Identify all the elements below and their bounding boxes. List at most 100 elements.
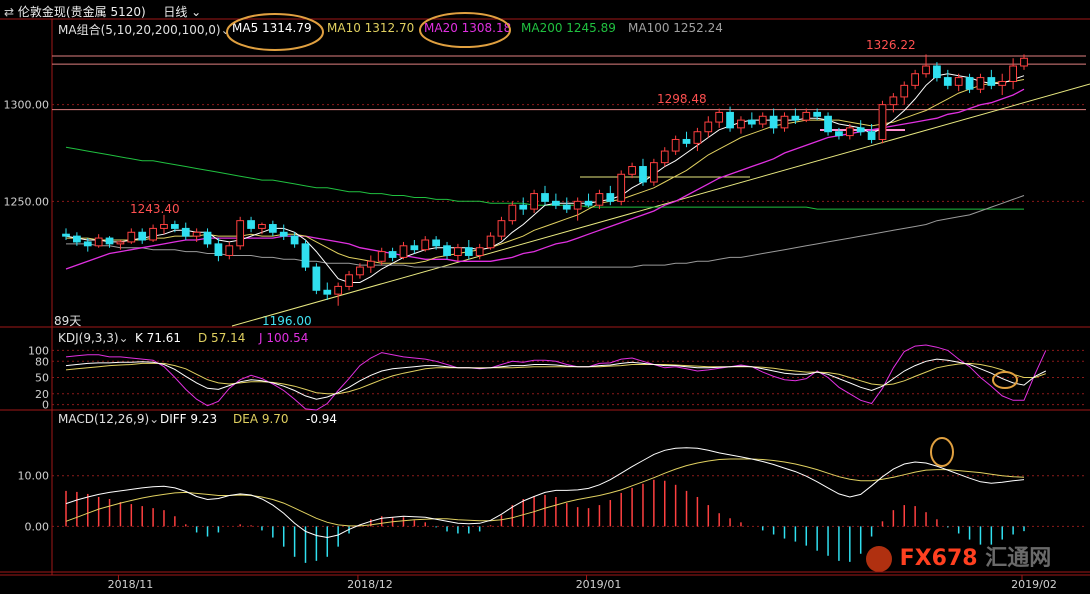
candle-body — [900, 84, 909, 98]
candle-body — [726, 111, 734, 129]
candle-body — [933, 65, 941, 79]
candle-body — [639, 166, 647, 183]
candle-body — [845, 127, 854, 137]
candle-body — [443, 245, 451, 256]
candle-body — [410, 245, 419, 251]
candle-body — [987, 77, 996, 86]
candle-body — [454, 247, 462, 256]
candle-body — [279, 231, 288, 237]
candle-body — [301, 243, 310, 268]
candle-body — [105, 237, 114, 245]
candle-body — [573, 200, 582, 210]
candle-body — [497, 220, 506, 237]
candle-body — [1009, 65, 1017, 82]
chart-window: ⇄ 伦敦金现(贵金属 5120) 日线 ⌄ MA组合(5,10,20,200,1… — [0, 0, 1090, 594]
candle-body — [649, 162, 658, 183]
x-tick-label: 2019/02 — [1011, 578, 1057, 591]
candle-body — [530, 193, 538, 210]
candle-body — [1020, 57, 1028, 67]
candle-body — [976, 77, 985, 90]
candle-body — [856, 127, 865, 133]
candle-body — [236, 220, 245, 247]
candle-body — [225, 245, 234, 256]
candle-body — [334, 285, 343, 295]
candle-body — [377, 251, 386, 262]
candle-body — [791, 115, 800, 121]
candle-body — [170, 224, 179, 229]
candle-body — [83, 241, 92, 247]
x-tick-label: 2018/11 — [108, 578, 154, 591]
candle-body — [486, 235, 495, 249]
candle-body — [835, 131, 843, 137]
candle-body — [758, 115, 767, 125]
candle-body — [813, 111, 822, 117]
candle-body — [552, 200, 560, 206]
trend-line — [231, 83, 1090, 327]
candle-body — [747, 119, 756, 125]
candle-body — [399, 245, 408, 258]
candle-body — [878, 104, 887, 140]
candle-body — [247, 220, 255, 229]
candle-body — [203, 231, 212, 245]
candle-body — [943, 77, 952, 86]
kdj-k-line — [65, 358, 1047, 400]
candle-body — [421, 239, 430, 251]
candle-body — [911, 73, 920, 86]
candle-body — [693, 131, 702, 144]
candle-body — [116, 241, 125, 245]
candle-body — [366, 260, 375, 268]
candle-body — [149, 227, 157, 241]
macd-tick-label: 10.00 — [18, 470, 50, 483]
candle-body — [508, 204, 517, 222]
candle-body — [181, 227, 190, 237]
kdj-tick-label: 50 — [35, 372, 49, 385]
candle-body — [268, 224, 277, 233]
candle-body — [464, 247, 473, 256]
candle-body — [889, 96, 898, 106]
candle-body — [541, 193, 549, 202]
candle-body — [824, 115, 832, 133]
candle-body — [214, 243, 223, 256]
candle-body — [617, 173, 626, 202]
candle-body — [737, 119, 745, 129]
candle-body — [323, 289, 332, 295]
kdj-tick-label: 0 — [42, 399, 49, 412]
candle-body — [715, 111, 724, 123]
candle-body — [62, 233, 70, 237]
candle-body — [258, 224, 266, 229]
candle-body — [356, 266, 364, 276]
price-tick-label: 1300.00 — [4, 99, 50, 112]
candle-body — [769, 115, 778, 129]
macd-tick-label: 0.00 — [25, 520, 50, 533]
candle-body — [475, 247, 484, 256]
candle-body — [312, 266, 321, 291]
candle-body — [73, 235, 81, 243]
kdj-tick-label: 80 — [35, 355, 49, 368]
candle-body — [192, 231, 201, 237]
candle-body — [628, 166, 636, 175]
candle-body — [606, 193, 615, 202]
candle-body — [432, 239, 441, 247]
candle-body — [519, 204, 528, 210]
chart-canvas[interactable]: 1300.001250.00100805020010.000.002018/11… — [0, 0, 1090, 594]
candle-body — [345, 274, 353, 287]
candle-body — [671, 138, 680, 152]
candle-body — [595, 193, 604, 206]
candle-body — [127, 231, 136, 243]
candle-body — [780, 115, 789, 129]
x-tick-label: 2018/12 — [347, 578, 393, 591]
price-tick-label: 1250.00 — [4, 195, 50, 208]
candle-body — [867, 131, 876, 140]
candle-body — [965, 77, 974, 90]
ma100-line — [66, 195, 1025, 268]
candle-body — [562, 204, 571, 210]
candle-body — [388, 251, 397, 258]
candle-body — [704, 121, 713, 133]
candle-body — [290, 235, 299, 245]
candle-body — [138, 231, 147, 241]
candle-body — [998, 80, 1007, 86]
candle-body — [584, 200, 593, 206]
candle-body — [160, 224, 168, 229]
x-tick-label: 2019/01 — [576, 578, 622, 591]
candle-body — [682, 138, 691, 144]
